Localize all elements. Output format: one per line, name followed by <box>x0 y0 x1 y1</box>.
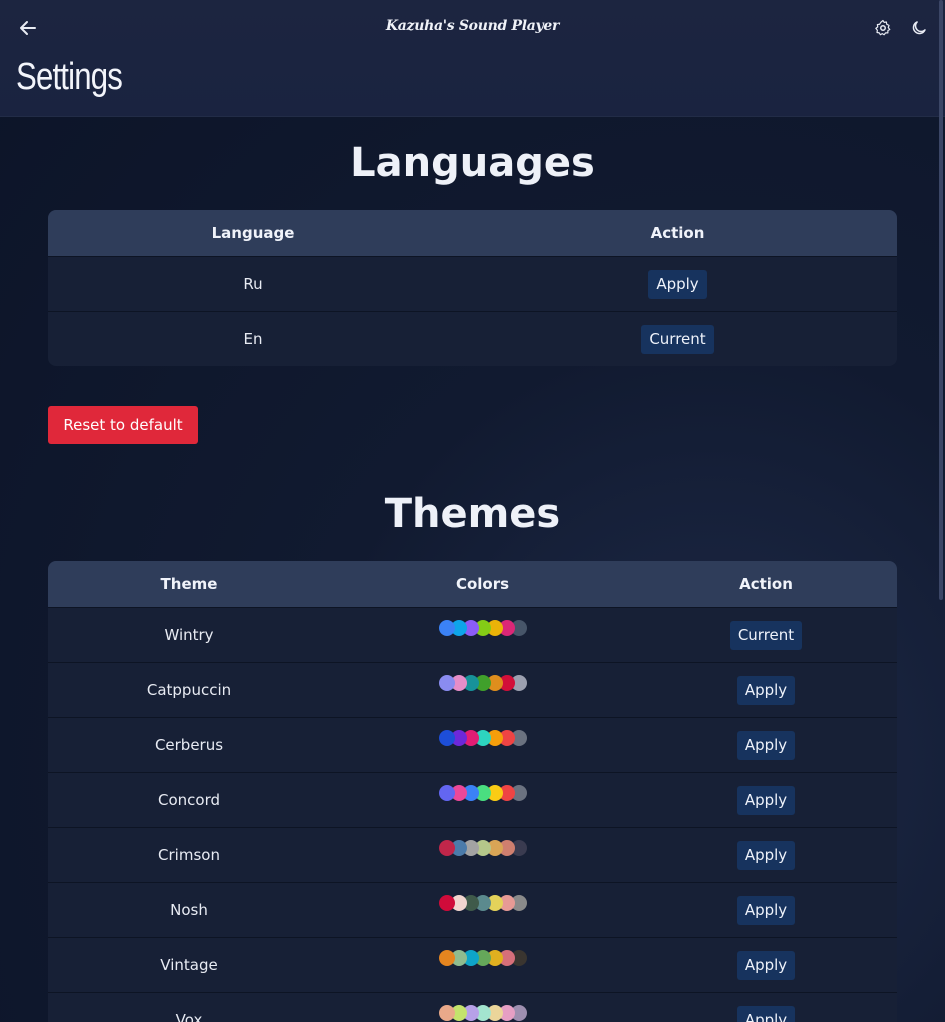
colors-column-header: Colors <box>455 575 510 593</box>
language-column-header: Language <box>211 224 295 242</box>
color-swatches <box>438 950 527 966</box>
theme-colors <box>330 730 635 746</box>
apply-theme-button[interactable]: Apply <box>736 730 796 760</box>
color-swatch <box>438 730 455 746</box>
language-name: En <box>243 330 263 348</box>
theme-colors <box>330 1005 635 1021</box>
theme-colors <box>330 785 635 801</box>
themes-table: Theme Colors Action Wintry Current Catppuc… <box>48 561 897 1022</box>
color-swatches <box>438 895 527 911</box>
color-swatches <box>438 620 527 636</box>
color-swatches <box>438 785 527 801</box>
theme-name: Nosh <box>170 901 208 919</box>
gear-icon <box>875 19 891 36</box>
theme-row: Concord Apply <box>48 772 897 827</box>
languages-table-header: Language Action <box>48 210 897 256</box>
apply-theme-button[interactable]: Apply <box>736 950 796 980</box>
theme-row: Catppuccin Apply <box>48 662 897 717</box>
theme-name: Cerberus <box>154 736 224 754</box>
languages-title: Languages <box>350 140 595 186</box>
scrollbar[interactable] <box>939 0 943 600</box>
theme-name: Crimson <box>158 846 220 864</box>
theme-colors <box>330 620 635 636</box>
language-row-en: En Current <box>48 311 897 366</box>
themes-title: Themes <box>384 491 561 537</box>
settings-button[interactable] <box>871 16 895 40</box>
apply-language-button[interactable]: Apply <box>648 269 707 299</box>
color-swatches <box>438 675 527 691</box>
current-theme-button[interactable]: Current <box>729 620 803 650</box>
color-swatches <box>438 1005 527 1021</box>
theme-row: Vintage Apply <box>48 937 897 992</box>
theme-name: Wintry <box>164 626 214 644</box>
languages-table: Language Action Ru Apply En Current <box>48 210 897 366</box>
apply-theme-button[interactable]: Apply <box>736 675 796 705</box>
color-swatch <box>438 840 455 856</box>
theme-row: Nosh Apply <box>48 882 897 937</box>
theme-row: Cerberus Apply <box>48 717 897 772</box>
language-name: Ru <box>243 275 263 293</box>
color-swatch <box>438 785 455 801</box>
apply-theme-button[interactable]: Apply <box>736 785 796 815</box>
apply-theme-button[interactable]: Apply <box>736 1005 796 1022</box>
color-swatch <box>438 620 455 636</box>
color-swatches <box>438 730 527 746</box>
reset-to-default-button[interactable]: Reset to default <box>48 406 198 444</box>
theme-name: Vox <box>175 1011 203 1022</box>
color-swatch <box>438 895 455 911</box>
apply-theme-button[interactable]: Apply <box>736 895 796 925</box>
theme-colors <box>330 840 635 856</box>
theme-row: Vox Apply <box>48 992 897 1022</box>
current-language-button[interactable]: Current <box>641 324 714 354</box>
theme-name: Catppuccin <box>146 681 232 699</box>
page-title: Settings <box>16 56 123 98</box>
theme-name: Concord <box>157 791 220 809</box>
theme-colors <box>330 950 635 966</box>
theme-toggle-button[interactable] <box>907 16 931 40</box>
theme-column-header: Theme <box>160 575 218 593</box>
action-column-header: Action <box>739 575 793 593</box>
action-column-header: Action <box>650 224 705 242</box>
top-bar: Kazuha's Sound Player Settings <box>0 0 945 117</box>
apply-theme-button[interactable]: Apply <box>736 840 796 870</box>
color-swatches <box>438 840 527 856</box>
theme-row: Crimson Apply <box>48 827 897 882</box>
theme-row: Wintry Current <box>48 607 897 662</box>
themes-table-header: Theme Colors Action <box>48 561 897 607</box>
theme-colors <box>330 675 635 691</box>
app-title: Kazuha's Sound Player <box>385 18 560 34</box>
moon-icon <box>912 21 926 35</box>
theme-name: Vintage <box>160 956 218 974</box>
color-swatch <box>438 675 455 691</box>
color-swatch <box>438 950 455 966</box>
theme-colors <box>330 895 635 911</box>
color-swatch <box>438 1005 455 1021</box>
language-row-ru: Ru Apply <box>48 256 897 311</box>
